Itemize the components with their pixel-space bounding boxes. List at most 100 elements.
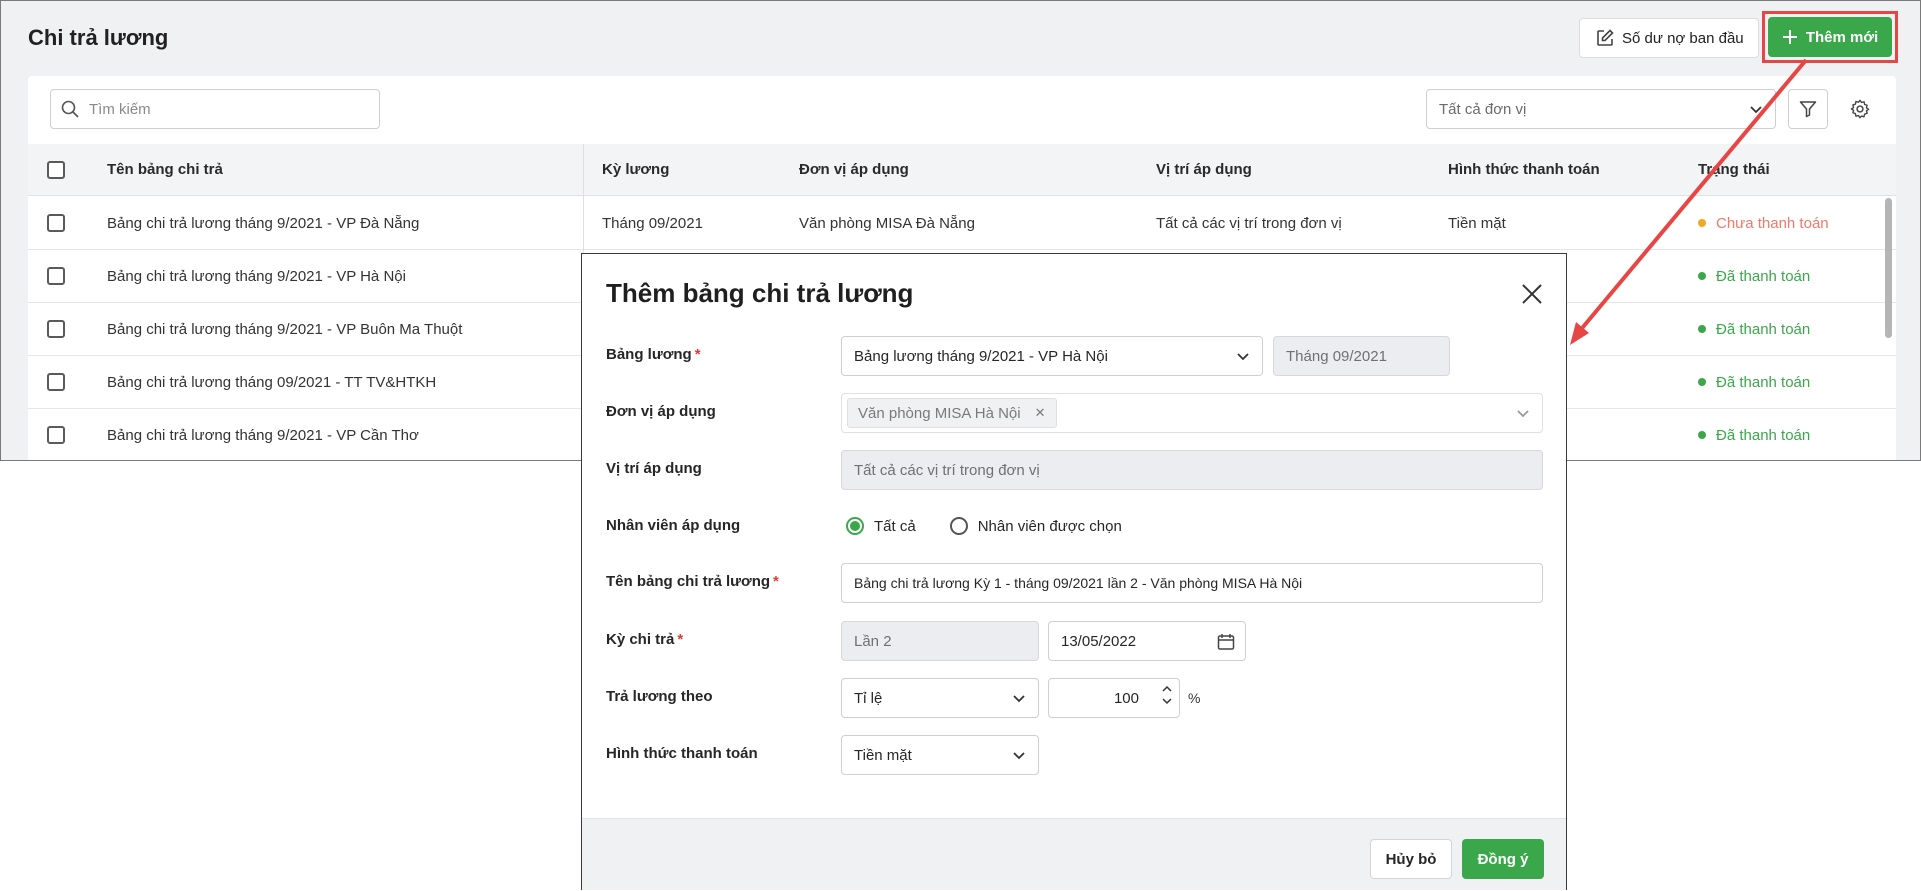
percent-unit: %	[1188, 690, 1201, 706]
radio-button[interactable]	[846, 517, 864, 535]
chevron-down-icon	[1517, 410, 1529, 418]
screen: Chi trả lương Số dư nợ ban đầu Thêm mới …	[0, 0, 1921, 891]
row-position: Tất cả các vị trí trong đơn vị	[1156, 214, 1342, 232]
payment-method-select[interactable]: Tiền mặt	[841, 735, 1039, 775]
column-header-name[interactable]: Tên bảng chi trả	[107, 144, 223, 195]
settings-button[interactable]	[1840, 89, 1880, 129]
column-header-payment[interactable]: Hình thức thanh toán	[1448, 144, 1600, 195]
pay-date-value: 13/05/2022	[1061, 632, 1137, 650]
payroll-name-label: Tên bảng chi trả lương *	[606, 573, 779, 590]
radio-button[interactable]	[949, 517, 968, 535]
close-icon	[1522, 284, 1542, 304]
chevron-up-icon[interactable]	[1161, 683, 1173, 695]
status-text: Đã thanh toán	[1716, 373, 1811, 391]
plus-icon	[1782, 30, 1797, 44]
row-checkbox[interactable]	[47, 409, 65, 460]
status-badge: Đã thanh toán	[1698, 250, 1810, 302]
payment-method-value: Tiền mặt	[854, 746, 912, 764]
radio-selected-employees[interactable]: Nhân viên được chọn	[949, 517, 1122, 535]
status-badge: Đã thanh toán	[1698, 356, 1810, 408]
row-checkbox[interactable]	[47, 356, 65, 408]
pay-by-label: Trả lương theo	[606, 688, 713, 705]
salary-month-value: Tháng 09/2021	[1286, 347, 1387, 365]
table-header: Tên bảng chi trả Kỳ lương Đơn vị áp dụng…	[28, 144, 1896, 196]
row-checkbox[interactable]	[47, 197, 65, 249]
pay-by-value: Tỉ lệ	[854, 689, 883, 707]
status-badge: Đã thanh toán	[1698, 409, 1810, 460]
chevron-down-icon	[1750, 106, 1762, 114]
unit-tag-label: Văn phòng MISA Hà Nội	[858, 404, 1021, 422]
calendar-icon[interactable]	[1217, 633, 1235, 651]
position-label: Vị trí áp dụng	[606, 460, 702, 477]
payroll-name-input[interactable]: Bảng chi trả lương Kỳ 1 - tháng 09/2021 …	[841, 563, 1543, 603]
page-title: Chi trả lương	[28, 25, 169, 50]
position-value: Tất cả các vị trí trong đơn vị	[854, 461, 1040, 479]
salary-table-select[interactable]: Bảng lương tháng 9/2021 - VP Hà Nội	[841, 336, 1263, 376]
confirm-button[interactable]: Đồng ý	[1462, 839, 1544, 879]
pay-date-input[interactable]: 13/05/2022	[1048, 621, 1246, 661]
row-name: Bảng chi trả lương tháng 09/2021 - TT TV…	[107, 373, 437, 391]
row-name: Bảng chi trả lương tháng 9/2021 - VP Cần…	[107, 426, 419, 444]
dialog-footer: Hủy bỏ Đồng ý	[582, 818, 1566, 890]
column-header-position[interactable]: Vị trí áp dụng	[1156, 144, 1252, 195]
initial-balance-label: Số dư nợ ban đầu	[1622, 29, 1744, 47]
close-button[interactable]	[1518, 280, 1546, 308]
radio-selected-label: Nhân viên được chọn	[977, 517, 1122, 535]
status-text: Đã thanh toán	[1716, 267, 1811, 285]
status-badge: Chưa thanh toán	[1698, 197, 1829, 249]
add-new-label: Thêm mới	[1805, 28, 1879, 46]
chevron-down-icon	[1013, 752, 1025, 760]
column-header-period[interactable]: Kỳ lương	[602, 144, 669, 195]
row-name: Bảng chi trả lương tháng 9/2021 - VP Đà …	[107, 214, 420, 232]
row-checkbox[interactable]	[47, 303, 65, 355]
column-header-unit[interactable]: Đơn vị áp dụng	[799, 144, 909, 195]
filter-icon	[1799, 101, 1817, 118]
pay-period-field: Lần 2	[841, 621, 1039, 661]
salary-month-field: Tháng 09/2021	[1273, 336, 1450, 376]
search-input[interactable]: Tìm kiếm	[50, 89, 380, 129]
chevron-down-icon	[1013, 695, 1025, 703]
pay-period-value: Lần 2	[854, 632, 892, 650]
vertical-scrollbar[interactable]	[1885, 198, 1892, 338]
radio-all[interactable]: Tất cả	[846, 517, 916, 535]
row-name: Bảng chi trả lương tháng 9/2021 - VP Buô…	[107, 320, 463, 338]
row-checkbox[interactable]	[47, 250, 65, 302]
column-header-status[interactable]: Trạng thái	[1698, 144, 1770, 195]
row-name: Bảng chi trả lương tháng 9/2021 - VP Hà …	[107, 267, 406, 285]
add-new-button[interactable]: Thêm mới	[1768, 17, 1892, 57]
unit-multiselect[interactable]: Văn phòng MISA Hà Nội ✕	[841, 393, 1543, 433]
select-all-checkbox[interactable]	[47, 144, 65, 195]
salary-table-value: Bảng lương tháng 9/2021 - VP Hà Nội	[854, 347, 1108, 365]
filter-button[interactable]	[1788, 89, 1828, 129]
table-row[interactable]: Bảng chi trả lương tháng 9/2021 - VP Đà …	[28, 197, 1896, 250]
edit-icon	[1597, 29, 1614, 46]
pay-by-select[interactable]: Tỉ lệ	[841, 678, 1039, 718]
row-period: Tháng 09/2021	[602, 214, 703, 232]
search-placeholder: Tìm kiếm	[89, 100, 151, 118]
chevron-down-icon[interactable]	[1161, 695, 1173, 707]
percent-value: 100	[1113, 689, 1139, 707]
pay-period-label: Kỳ chi trả *	[606, 631, 684, 648]
row-payment: Tiền mặt	[1448, 214, 1506, 232]
search-icon	[61, 100, 79, 118]
unit-tag: Văn phòng MISA Hà Nội ✕	[847, 398, 1057, 428]
percent-stepper[interactable]: 100	[1048, 678, 1180, 718]
status-text: Chưa thanh toán	[1716, 214, 1829, 232]
dialog-title: Thêm bảng chi trả lương	[606, 278, 914, 308]
unit-filter-value: Tất cả đơn vị	[1439, 100, 1527, 118]
cancel-button[interactable]: Hủy bỏ	[1370, 839, 1452, 879]
status-text: Đã thanh toán	[1716, 320, 1811, 338]
payroll-name-value: Bảng chi trả lương Kỳ 1 - tháng 09/2021 …	[854, 575, 1303, 591]
chevron-down-icon	[1237, 353, 1249, 361]
remove-tag-icon[interactable]: ✕	[1035, 405, 1046, 421]
stepper-arrows[interactable]	[1161, 683, 1173, 707]
employees-radio-group: Tất cả Nhân viên được chọn	[846, 515, 1122, 537]
unit-label: Đơn vị áp dụng	[606, 403, 716, 420]
row-unit: Văn phòng MISA Đà Nẵng	[799, 214, 975, 232]
gear-icon	[1850, 99, 1870, 119]
initial-balance-button[interactable]: Số dư nợ ban đầu	[1579, 18, 1759, 58]
radio-all-label: Tất cả	[874, 517, 916, 535]
add-payroll-dialog: Thêm bảng chi trả lương Bảng lương * Bảng…	[581, 253, 1567, 890]
position-field: Tất cả các vị trí trong đơn vị	[841, 450, 1543, 490]
unit-filter-select[interactable]: Tất cả đơn vị	[1426, 89, 1776, 129]
